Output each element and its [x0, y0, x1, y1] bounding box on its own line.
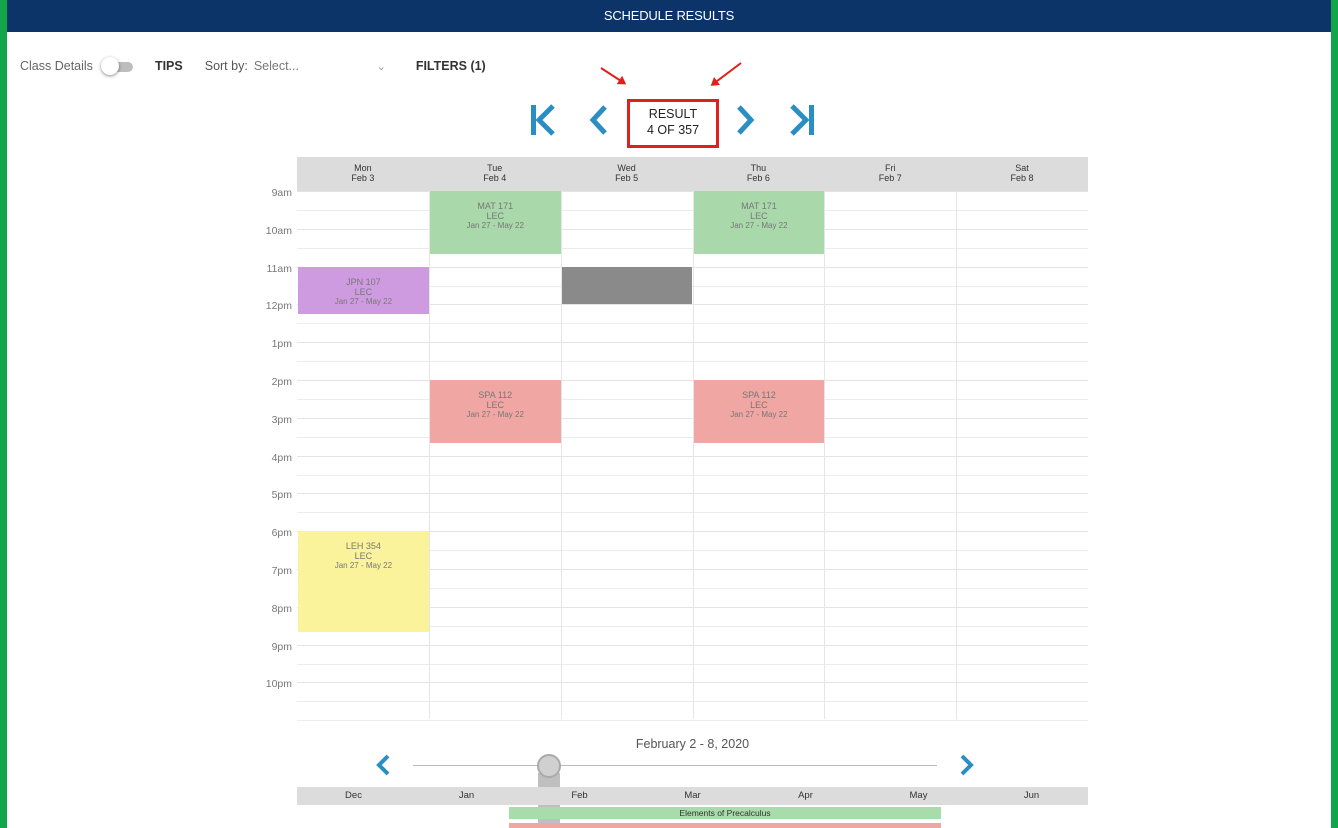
next-result-icon[interactable] — [735, 103, 757, 137]
time-label: 1pm — [271, 338, 292, 351]
toolbar: Class Details TIPS Sort by: Select... ⌄ … — [20, 56, 486, 76]
time-label: 12pm — [265, 300, 292, 313]
term-timeline: February 2 - 8, 2020 Dec Jan Feb Mar Apr May J… — [297, 720, 1088, 828]
class-block[interactable]: JPN 107 LEC Jan 27 - May 22 — [298, 266, 429, 314]
sort-select-value: Select... — [253, 59, 299, 73]
class-dates: Jan 27 - May 22 — [466, 410, 524, 419]
class-dates: Jan 27 - May 22 — [730, 410, 788, 419]
class-block[interactable]: SPA 112 LEC Jan 27 - May 22 — [429, 380, 561, 443]
result-label: RESULT — [648, 107, 698, 121]
window-title: SCHEDULE RESULTS — [7, 0, 1331, 32]
time-label: 7pm — [271, 565, 292, 577]
day-name: Thu — [750, 163, 767, 173]
day-header-sat: Sat Feb 8 — [956, 157, 1088, 191]
class-dates: Jan 27 - May 22 — [466, 221, 524, 230]
class-type: LEC — [750, 400, 768, 410]
week-slider-handle[interactable] — [537, 754, 561, 778]
week-range: February 2 - 8, 2020 — [635, 737, 750, 751]
previous-result-icon[interactable] — [587, 103, 609, 137]
day-name: Mon — [354, 163, 372, 173]
class-type: LEC — [750, 211, 768, 221]
day-date: Feb 7 — [878, 173, 902, 183]
class-dates: Jan 27 - May 22 — [334, 561, 393, 571]
class-details-label: Class Details — [20, 59, 93, 73]
day-header-wed: Wed Feb 5 — [561, 157, 693, 191]
class-course: MAT 171 — [741, 201, 777, 211]
calendar-body: MAT 171 LEC Jan 27 - May 22 MAT 171 LEC Jan 2… — [297, 191, 1088, 722]
day-header-mon: Mon Feb 3 — [297, 157, 429, 191]
time-label: 8pm — [271, 602, 292, 615]
class-type: LEC — [486, 400, 504, 410]
time-label: 5pm — [271, 489, 292, 502]
class-type: LEC — [354, 551, 373, 562]
day-name: Wed — [617, 163, 636, 173]
week-slider-track[interactable] — [413, 765, 937, 766]
day-date: Feb 4 — [483, 173, 507, 183]
day-header-fri: Fri Feb 7 — [824, 157, 956, 191]
grid-column-line — [956, 191, 958, 719]
class-block[interactable]: SPA 112 LEC Jan 27 - May 22 — [693, 380, 825, 443]
time-label: 9am — [271, 187, 292, 199]
class-course: LEH 354 — [345, 541, 381, 552]
timeline-month: Jan — [458, 790, 475, 801]
previous-week-icon[interactable] — [375, 753, 391, 777]
class-course: SPA 112 — [478, 390, 513, 400]
day-date: Feb 3 — [351, 173, 375, 183]
grid-column-line — [824, 191, 826, 719]
day-date: Feb 8 — [1010, 173, 1034, 183]
day-name: Tue — [487, 163, 503, 173]
time-label: 6pm — [271, 527, 292, 540]
sort-select[interactable]: Select... ⌄ — [254, 59, 386, 73]
next-week-icon[interactable] — [959, 753, 975, 777]
filters-button[interactable]: FILTERS (1) — [416, 59, 486, 73]
day-name: Fri — [884, 163, 896, 173]
time-label: 4pm — [271, 451, 292, 464]
time-label: 10am — [265, 224, 292, 237]
day-date: Feb 5 — [615, 173, 639, 183]
grid-column-line — [428, 191, 430, 719]
result-count: 4 OF 357 — [646, 123, 700, 137]
class-block[interactable]: LEH 354 LEC Jan 27 - May 22 — [298, 531, 429, 632]
calendar-header: Mon Feb 3 Tue Feb 4 Wed Feb 5 Thu Feb 6 Fri Feb 7… — [297, 157, 1088, 191]
time-label: 10pm — [265, 678, 292, 691]
timeline-months: Dec Jan Feb Mar Apr May Jun — [297, 787, 1088, 805]
toggle-knob — [100, 57, 119, 75]
timeline-month: Mar — [684, 790, 701, 801]
timeline-month: Jun — [1023, 790, 1040, 801]
class-type: LEC — [486, 211, 504, 221]
day-header-thu: Thu Feb 6 — [692, 157, 824, 191]
class-dates: Jan 27 - May 22 — [730, 221, 788, 230]
timeline-month: May — [909, 790, 928, 801]
class-course: MAT 171 — [477, 201, 514, 211]
time-label: 3pm — [271, 413, 292, 426]
class-block[interactable]: MAT 171 LEC Jan 27 - May 22 — [429, 191, 561, 254]
weekly-calendar: Mon Feb 3 Tue Feb 4 Wed Feb 5 Thu Feb 6 Fri Feb 7… — [297, 157, 1088, 722]
day-name: Sat — [1015, 163, 1029, 173]
class-details-toggle[interactable] — [100, 57, 137, 75]
class-type: LEC — [354, 286, 373, 297]
time-label: 9pm — [271, 640, 292, 653]
day-header-tue: Tue Feb 4 — [429, 157, 561, 191]
timeline-course-bar — [509, 823, 941, 828]
class-course: JPN 107 — [346, 276, 381, 287]
timeline-course-bar: Elements of Precalculus — [509, 807, 941, 819]
timeline-month: Apr — [798, 790, 813, 801]
first-result-icon[interactable] — [529, 103, 557, 137]
result-counter: RESULT 4 OF 357 — [627, 99, 719, 148]
sort-by-label: Sort by: — [204, 59, 248, 73]
time-label: 2pm — [271, 376, 292, 388]
class-course: SPA 112 — [742, 390, 776, 400]
chevron-down-icon: ⌄ — [376, 61, 386, 73]
class-dates: Jan 27 - May 22 — [334, 296, 393, 306]
time-label: 11am — [266, 262, 293, 275]
timeline-month: Feb — [571, 790, 588, 801]
timeline-month: Dec — [345, 790, 362, 801]
day-date: Feb 6 — [746, 173, 770, 183]
grid-column-line — [692, 191, 694, 719]
last-result-icon[interactable] — [788, 103, 816, 137]
blocked-time[interactable] — [561, 266, 693, 305]
class-block[interactable]: MAT 171 LEC Jan 27 - May 22 — [693, 191, 825, 254]
tips-button[interactable]: TIPS — [155, 59, 183, 73]
